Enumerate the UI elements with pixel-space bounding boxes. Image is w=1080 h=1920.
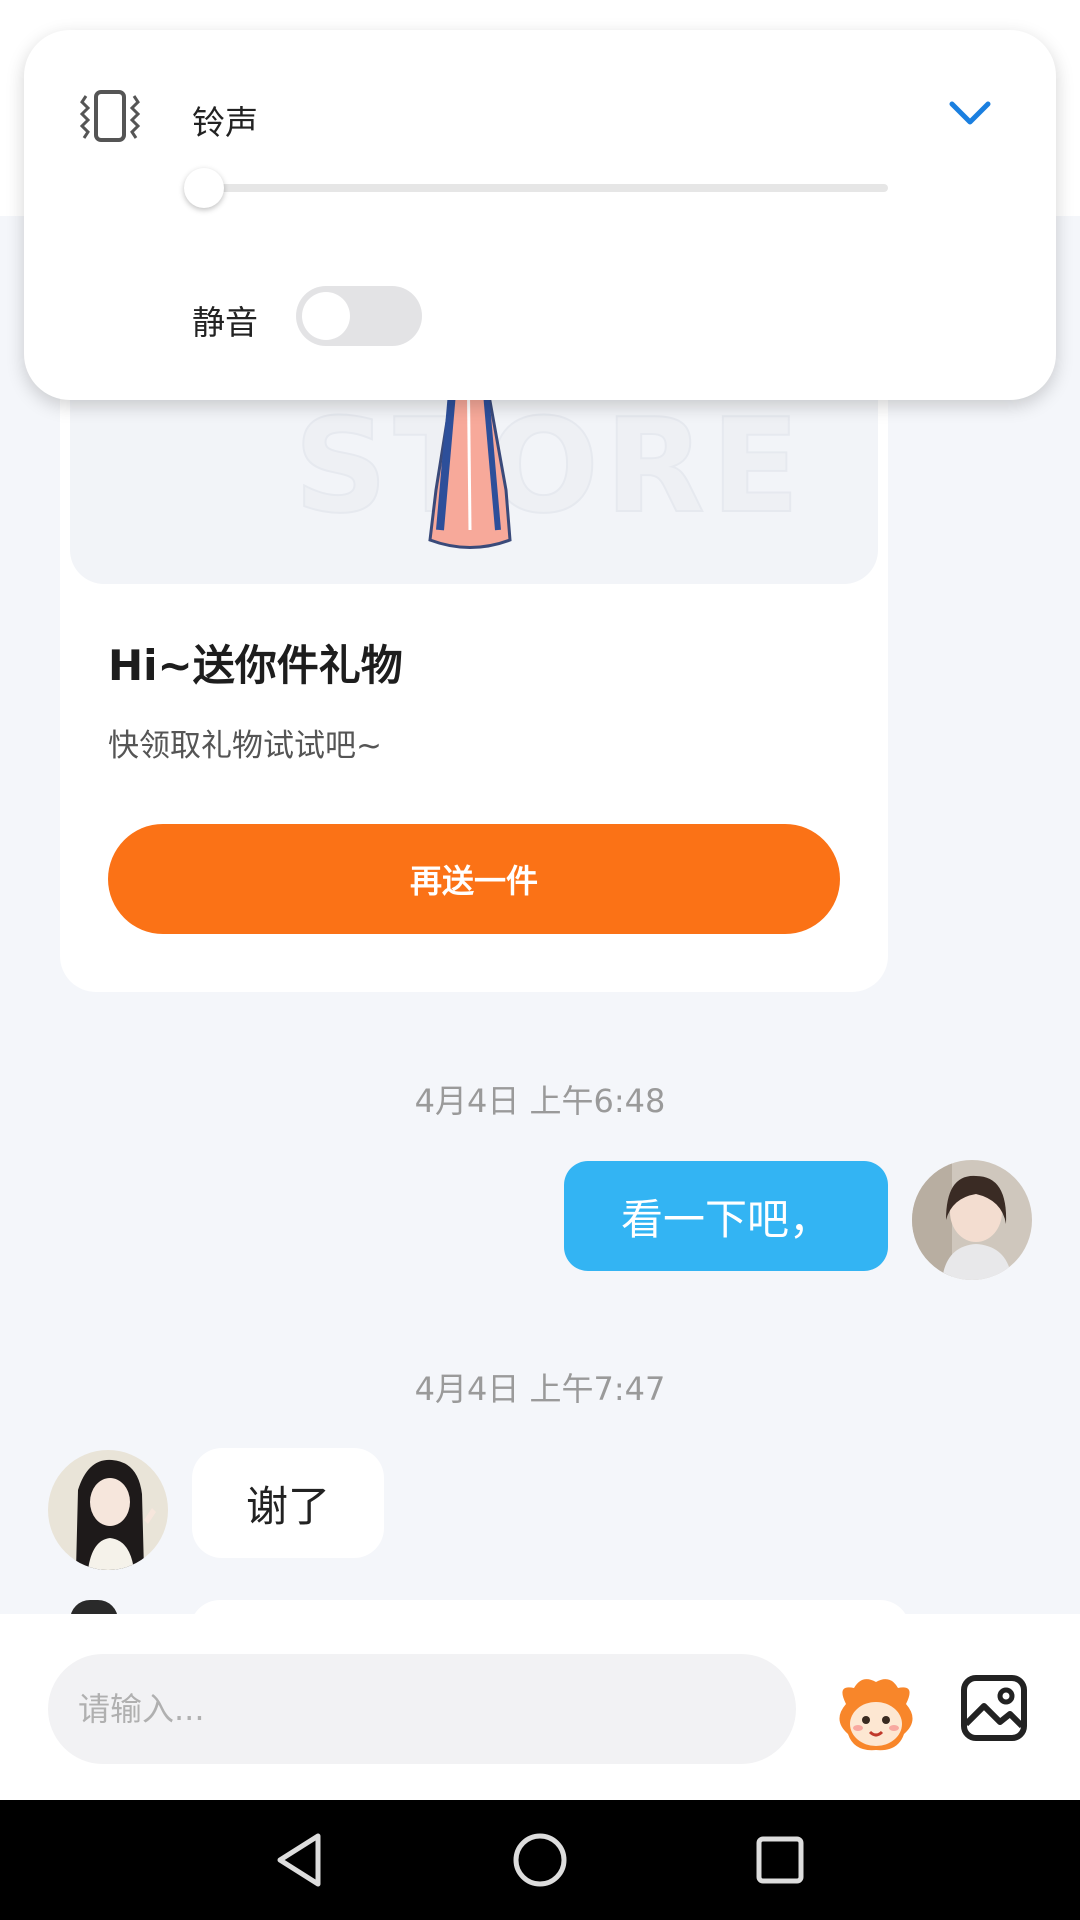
image-button[interactable] xyxy=(960,1674,1028,1742)
image-icon xyxy=(961,1675,1027,1741)
sticker-icon xyxy=(839,1679,913,1751)
chat-input-bar xyxy=(0,1614,1080,1800)
system-nav-bar xyxy=(0,1800,1080,1920)
gift-subtitle: 快领取礼物试试吧~ xyxy=(108,728,382,764)
incoming-message-bubble[interactable]: 谢了 xyxy=(192,1448,384,1558)
gift-title: Hi~送你件礼物 xyxy=(108,641,403,690)
home-circle-icon[interactable] xyxy=(510,1830,570,1890)
volume-panel: 铃声 静音 xyxy=(24,30,1056,400)
mute-toggle[interactable] xyxy=(296,286,422,346)
outgoing-message-bubble[interactable]: 看一下吧， xyxy=(564,1161,888,1271)
volume-slider-thumb[interactable] xyxy=(184,168,224,208)
mute-toggle-knob xyxy=(302,292,350,340)
my-avatar[interactable] xyxy=(912,1160,1032,1280)
contact-avatar[interactable] xyxy=(48,1450,168,1570)
message-timestamp: 4月4日 上午6:48 xyxy=(414,1082,666,1120)
recents-square-icon[interactable] xyxy=(750,1830,810,1890)
back-triangle-icon[interactable] xyxy=(270,1830,330,1890)
message-input[interactable] xyxy=(48,1654,796,1764)
sticker-button[interactable] xyxy=(832,1674,920,1754)
message-timestamp: 4月4日 上午7:47 xyxy=(414,1370,666,1408)
volume-slider-track[interactable] xyxy=(200,184,888,192)
vibrate-icon[interactable] xyxy=(76,88,144,144)
chevron-down-icon[interactable] xyxy=(948,96,992,132)
mute-label: 静音 xyxy=(192,303,258,342)
ringtone-label: 铃声 xyxy=(192,103,258,142)
resend-gift-button[interactable]: 再送一件 xyxy=(108,824,840,934)
store-watermark: STORE xyxy=(293,389,806,543)
